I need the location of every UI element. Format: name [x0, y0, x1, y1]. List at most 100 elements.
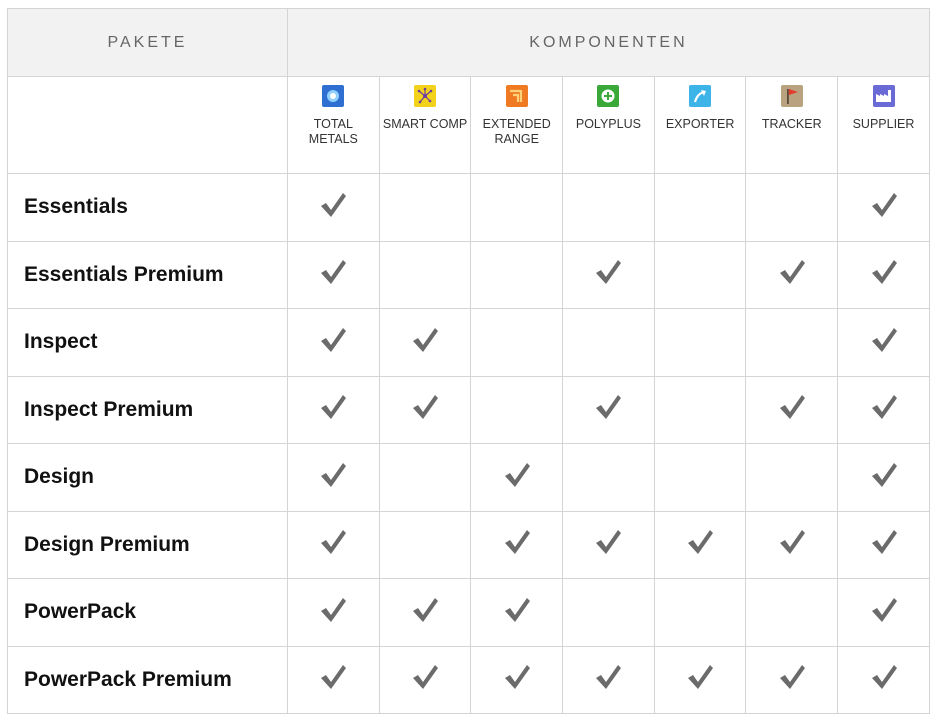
checkmark-icon: [777, 257, 807, 287]
cell-exporter: [653, 645, 747, 714]
checkmark-icon: [869, 190, 899, 220]
cell-tracker: [745, 375, 839, 444]
smart-comp-icon: [414, 85, 437, 107]
checkmark-icon: [869, 392, 899, 422]
cell-extended-range: [470, 240, 564, 309]
checkmark-icon: [318, 325, 348, 355]
cell-total-metals: [287, 443, 380, 512]
checkmark-icon: [410, 662, 440, 692]
table-row: Inspect: [7, 308, 930, 377]
cell-extended-range: [470, 645, 564, 714]
component-label: EXPORTER: [665, 117, 735, 131]
cell-smart-comp: [378, 240, 472, 309]
table-row: PowerPack Premium: [7, 645, 930, 714]
table-row: Essentials: [7, 173, 930, 242]
cell-smart-comp: [378, 173, 472, 242]
package-name: PowerPack Premium: [7, 645, 288, 714]
checkmark-icon: [869, 527, 899, 557]
cell-exporter: [653, 308, 747, 377]
checkmark-icon: [318, 190, 348, 220]
cell-supplier: [837, 510, 930, 579]
component-header-exporter: EXPORTER: [653, 76, 747, 174]
checkmark-icon: [593, 662, 623, 692]
cell-total-metals: [287, 510, 380, 579]
package-rows: Essentials Essentials Premium Inspect Inspe…: [7, 173, 930, 714]
checkmark-icon: [410, 392, 440, 422]
cell-tracker: [745, 308, 839, 377]
table-header-row: PAKETE KOMPONENTEN: [7, 8, 930, 77]
checkmark-icon: [410, 595, 440, 625]
cell-total-metals: [287, 308, 380, 377]
checkmark-icon: [593, 527, 623, 557]
checkmark-icon: [502, 662, 532, 692]
checkmark-icon: [869, 662, 899, 692]
exporter-icon: [689, 85, 712, 107]
cell-tracker: [745, 240, 839, 309]
package-name: Inspect Premium: [7, 375, 288, 444]
packages-column-header: PAKETE: [7, 8, 288, 77]
cell-tracker: [745, 443, 839, 512]
cell-supplier: [837, 578, 930, 647]
cell-supplier: [837, 173, 930, 242]
cell-smart-comp: [378, 443, 472, 512]
checkmark-icon: [502, 460, 532, 490]
cell-extended-range: [470, 578, 564, 647]
cell-tracker: [745, 173, 839, 242]
cell-supplier: [837, 375, 930, 444]
table-row: Essentials Premium: [7, 240, 930, 309]
table-row: Design: [7, 443, 930, 512]
cell-polyplus: [562, 443, 655, 512]
cell-exporter: [653, 240, 747, 309]
tracker-icon: [780, 85, 803, 107]
checkmark-icon: [502, 595, 532, 625]
cell-tracker: [745, 645, 839, 714]
component-label: POLYPLUS: [575, 117, 641, 131]
components-column-header: KOMPONENTEN: [287, 8, 930, 77]
checkmark-icon: [869, 595, 899, 625]
package-name: Design: [7, 443, 288, 512]
checkmark-icon: [685, 662, 715, 692]
component-label: SUPPLIER: [852, 117, 915, 131]
component-header-smart-comp: SMART COMP: [378, 76, 472, 174]
checkmark-icon: [318, 257, 348, 287]
package-name: PowerPack: [7, 578, 288, 647]
cell-tracker: [745, 578, 839, 647]
cell-extended-range: [470, 308, 564, 377]
checkmark-icon: [777, 392, 807, 422]
cell-smart-comp: [378, 578, 472, 647]
cell-polyplus: [562, 308, 655, 377]
cell-supplier: [837, 645, 930, 714]
checkmark-icon: [777, 662, 807, 692]
cell-tracker: [745, 510, 839, 579]
checkmark-icon: [869, 460, 899, 490]
supplier-icon: [872, 85, 895, 107]
table-row: Inspect Premium: [7, 375, 930, 444]
checkmark-icon: [318, 527, 348, 557]
checkmark-icon: [685, 527, 715, 557]
cell-exporter: [653, 173, 747, 242]
cell-exporter: [653, 443, 747, 512]
checkmark-icon: [318, 392, 348, 422]
cell-polyplus: [562, 645, 655, 714]
cell-supplier: [837, 308, 930, 377]
package-name: Design Premium: [7, 510, 288, 579]
package-name: Essentials Premium: [7, 240, 288, 309]
cell-total-metals: [287, 645, 380, 714]
cell-smart-comp: [378, 510, 472, 579]
checkmark-icon: [318, 460, 348, 490]
table-row: Design Premium: [7, 510, 930, 579]
component-label: EXTENDED RANGE: [482, 117, 551, 146]
component-header-polyplus: POLYPLUS: [562, 76, 655, 174]
checkmark-icon: [593, 392, 623, 422]
component-label: TOTAL METALS: [308, 117, 358, 146]
package-name: Inspect: [7, 308, 288, 377]
cell-supplier: [837, 443, 930, 512]
cell-total-metals: [287, 173, 380, 242]
cell-total-metals: [287, 375, 380, 444]
cell-extended-range: [470, 375, 564, 444]
extended-range-icon: [505, 85, 528, 107]
package-comparison-table: PAKETE KOMPONENTEN TOTAL METALS SMART COM…: [7, 8, 930, 714]
cell-supplier: [837, 240, 930, 309]
checkmark-icon: [318, 595, 348, 625]
cell-polyplus: [562, 173, 655, 242]
